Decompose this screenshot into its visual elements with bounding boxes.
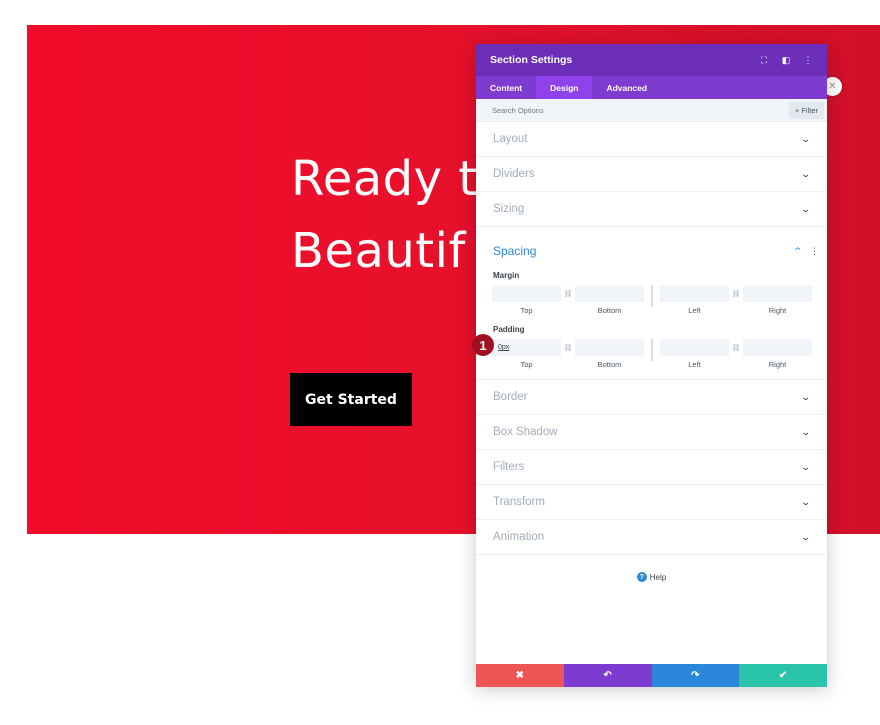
panel-tabs: Content Design Advanced xyxy=(476,76,827,99)
group-filters[interactable]: Filters ⌄ xyxy=(476,450,827,485)
group-border[interactable]: Border ⌄ xyxy=(476,380,827,415)
redo-icon: ↷ xyxy=(691,670,700,681)
group-label: Sizing xyxy=(493,203,525,215)
hero-title: Ready t Beautif xyxy=(291,151,478,279)
sidebar-toggle-icon[interactable]: ◧ xyxy=(781,55,791,66)
more-options-icon[interactable]: ⋮ xyxy=(803,55,813,66)
help-link[interactable]: ? Help xyxy=(476,572,827,582)
caption: Bottom xyxy=(597,306,622,315)
chevron-down-icon: ⌄ xyxy=(800,426,812,437)
get-started-button[interactable]: Get Started xyxy=(290,373,412,426)
padding-top-input[interactable]: 0px xyxy=(492,339,561,356)
padding-fields: 0px Top ⛓ Bottom Left ⛓ Right xyxy=(476,339,827,369)
chevron-down-icon: ⌄ xyxy=(800,496,812,507)
group-transform[interactable]: Transform ⌄ xyxy=(476,485,827,520)
spacing-header[interactable]: Spacing ⌃ ⋮ xyxy=(476,227,827,269)
divider xyxy=(651,339,653,361)
group-layout[interactable]: Layout ⌄ xyxy=(476,122,827,157)
redo-button[interactable]: ↷ xyxy=(651,664,740,687)
save-button[interactable]: ✔ xyxy=(739,664,827,687)
filter-button[interactable]: + Filter xyxy=(788,101,824,119)
panel-footer: ✖ ↶ ↷ ✔ xyxy=(476,664,827,687)
padding-label: Padding xyxy=(493,325,525,334)
search-options-input[interactable] xyxy=(492,105,692,115)
search-row: + Filter xyxy=(476,99,827,122)
caption: Top xyxy=(520,306,533,315)
chevron-up-icon[interactable]: ⌃ xyxy=(793,246,804,257)
group-label: Dividers xyxy=(493,168,535,180)
close-icon: ✖ xyxy=(515,670,525,681)
group-animation[interactable]: Animation ⌄ xyxy=(476,520,827,555)
group-box-shadow[interactable]: Box Shadow ⌄ xyxy=(476,415,827,450)
chevron-down-icon: ⌄ xyxy=(800,391,812,402)
group-label: Border xyxy=(493,391,528,403)
margin-left-input[interactable] xyxy=(660,285,729,302)
margin-bottom-input[interactable] xyxy=(575,285,644,302)
chevron-down-icon: ⌄ xyxy=(800,203,812,214)
tab-advanced[interactable]: Advanced xyxy=(592,76,661,99)
divider xyxy=(651,285,653,307)
group-label: Layout xyxy=(493,133,528,145)
undo-icon: ↶ xyxy=(603,670,612,681)
link-icon[interactable]: ⛓ xyxy=(729,339,743,356)
undo-button[interactable]: ↶ xyxy=(563,664,652,687)
chevron-down-icon: ⌄ xyxy=(800,531,812,542)
group-sizing[interactable]: Sizing ⌄ xyxy=(476,192,827,227)
group-label: Box Shadow xyxy=(493,426,558,438)
panel-title: Section Settings xyxy=(490,54,573,66)
discard-button[interactable]: ✖ xyxy=(476,664,564,687)
caption: Left xyxy=(688,306,701,315)
more-options-icon[interactable]: ⋮ xyxy=(810,246,819,257)
group-spacing: Spacing ⌃ ⋮ Margin Top ⛓ Bottom Left ⛓ R… xyxy=(476,227,827,380)
group-label: Transform xyxy=(493,496,545,508)
help-icon: ? xyxy=(636,572,647,582)
caption: Bottom xyxy=(597,360,622,369)
group-dividers[interactable]: Dividers ⌄ xyxy=(476,157,827,192)
link-icon[interactable]: ⛓ xyxy=(561,285,575,302)
panel-header: Section Settings ⛶ ◧ ⋮ xyxy=(476,44,827,76)
margin-fields: Top ⛓ Bottom Left ⛓ Right xyxy=(476,285,827,315)
link-icon[interactable]: ⛓ xyxy=(561,339,575,356)
margin-label: Margin xyxy=(493,271,520,280)
help-label: Help xyxy=(649,572,667,582)
tab-content[interactable]: Content xyxy=(476,76,536,99)
section-settings-panel: Section Settings ⛶ ◧ ⋮ Content Design Ad… xyxy=(476,44,827,687)
caption: Left xyxy=(688,360,701,369)
chevron-down-icon: ⌄ xyxy=(800,461,812,472)
tab-design[interactable]: Design xyxy=(536,76,593,99)
group-label: Spacing xyxy=(493,244,537,258)
chevron-down-icon: ⌄ xyxy=(800,168,812,179)
expand-icon[interactable]: ⛶ xyxy=(759,55,769,66)
padding-left-input[interactable] xyxy=(660,339,729,356)
step-badge: 1 xyxy=(472,334,494,356)
margin-right-input[interactable] xyxy=(743,285,812,302)
padding-bottom-input[interactable] xyxy=(575,339,644,356)
group-label: Filters xyxy=(493,461,525,473)
margin-top-input[interactable] xyxy=(492,285,561,302)
group-label: Animation xyxy=(493,531,545,543)
padding-right-input[interactable] xyxy=(743,339,812,356)
caption: Top xyxy=(520,360,533,369)
link-icon[interactable]: ⛓ xyxy=(729,285,743,302)
caption: Right xyxy=(768,360,787,369)
check-icon: ✔ xyxy=(778,670,788,681)
caption: Right xyxy=(768,306,787,315)
chevron-down-icon: ⌄ xyxy=(800,133,812,144)
